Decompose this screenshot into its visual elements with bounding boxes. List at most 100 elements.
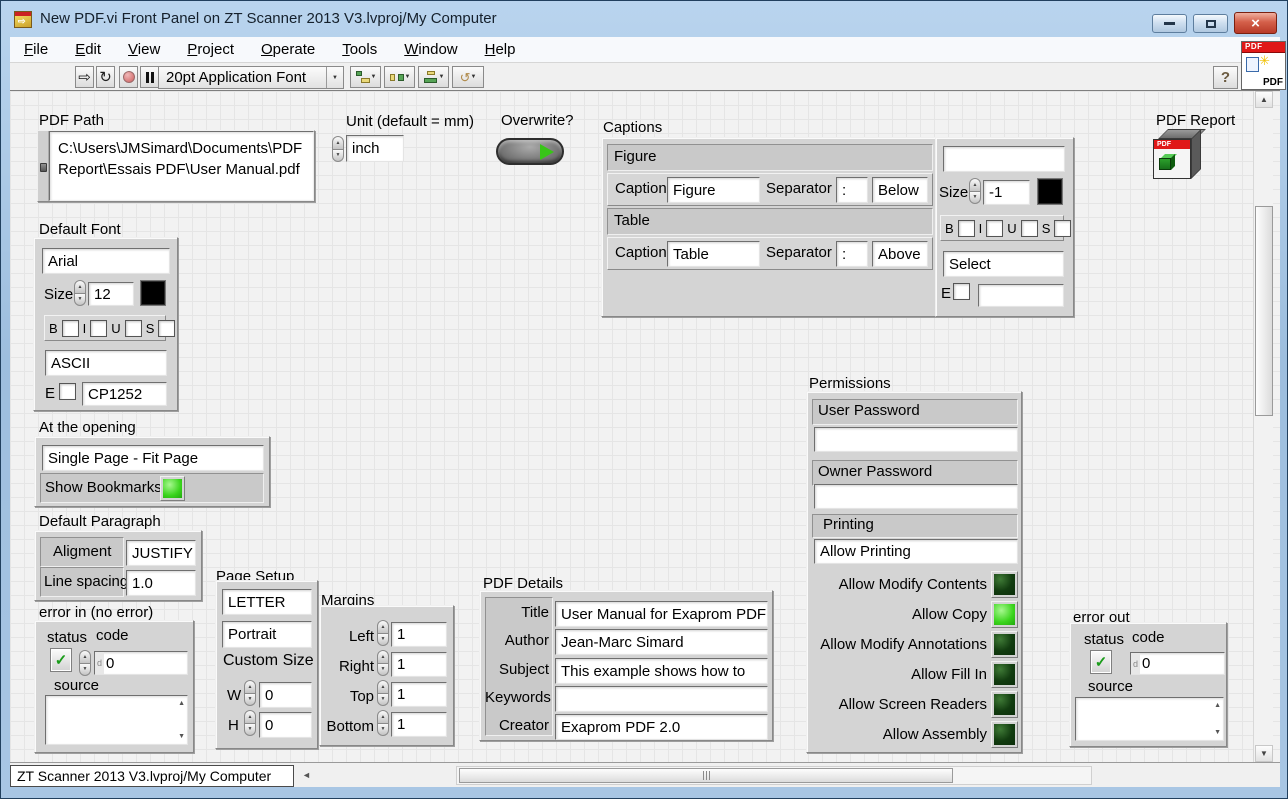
scroll-left-icon[interactable]: ◄ [302, 770, 311, 780]
opening-view-ring[interactable]: Single Page - Fit Page [42, 445, 264, 471]
height-field[interactable]: 0 [259, 712, 312, 738]
scroll-up-icon[interactable]: ▲ [178, 700, 185, 707]
subject-field[interactable]: This example shows how to [555, 658, 768, 684]
width-stepper[interactable]: ▲▼ [244, 680, 256, 706]
allow-fill-in-led[interactable] [991, 661, 1018, 688]
default-font-color-box[interactable] [140, 280, 166, 306]
orientation-ring[interactable]: Portrait [222, 621, 312, 648]
run-button[interactable]: ⇨ [75, 66, 94, 88]
error-in-code-stepper[interactable]: ▲▼ [79, 650, 91, 676]
overwrite-switch[interactable] [496, 138, 564, 165]
menu-file[interactable]: File [24, 41, 48, 58]
error-in-code-field[interactable]: d 0 [94, 651, 188, 675]
right-margin-field[interactable]: 1 [391, 652, 447, 677]
horizontal-scrollbar-thumb[interactable] [459, 768, 953, 783]
context-help-button[interactable]: ? [1213, 66, 1238, 89]
figure-separator-field[interactable]: : [836, 177, 868, 203]
underline-checkbox[interactable] [125, 320, 142, 337]
distribute-objects-button[interactable]: ▼ [384, 66, 415, 88]
menu-tools[interactable]: Tools [342, 41, 377, 58]
resize-objects-button[interactable]: ▼ [418, 66, 449, 88]
pause-button[interactable] [140, 66, 159, 88]
left-margin-stepper[interactable]: ▲▼ [377, 620, 389, 646]
table-caption-field[interactable]: Table [667, 241, 760, 267]
right-margin-stepper[interactable]: ▲▼ [377, 650, 389, 676]
default-font-encoding-field[interactable]: CP1252 [82, 382, 167, 406]
width-field[interactable]: 0 [259, 682, 312, 708]
caption-font-name-field[interactable] [943, 146, 1065, 172]
pdf-path-value[interactable]: C:\Users\JMSimard\Documents\PDF Report\E… [49, 131, 314, 201]
default-font-name-field[interactable]: Arial [42, 248, 170, 274]
pdf-path-control[interactable]: C:\Users\JMSimard\Documents\PDF Report\E… [37, 130, 315, 202]
bottom-margin-stepper[interactable]: ▲▼ [377, 710, 389, 736]
font-selector[interactable]: 20pt Application Font ▼ [158, 66, 344, 89]
top-margin-stepper[interactable]: ▲▼ [377, 680, 389, 706]
vertical-scrollbar-thumb[interactable] [1255, 206, 1273, 416]
menu-help[interactable]: Help [485, 41, 516, 58]
alignment-ring[interactable]: JUSTIFY [126, 540, 196, 566]
menu-view[interactable]: View [128, 41, 160, 58]
keywords-field[interactable] [555, 686, 768, 712]
strike-checkbox[interactable] [1054, 220, 1071, 237]
unit-stepper[interactable]: ▲▼ [332, 136, 344, 162]
bold-checkbox[interactable] [62, 320, 79, 337]
scroll-up-button[interactable]: ▲ [1255, 91, 1273, 108]
error-in-source-field[interactable]: ▲ ▼ [45, 695, 188, 745]
figure-position-ring[interactable]: Below [872, 177, 928, 203]
font-selector-dropdown[interactable]: ▼ [326, 67, 343, 88]
caption-font-size-stepper[interactable]: ▲▼ [969, 178, 981, 204]
allow-screen-readers-led[interactable] [991, 691, 1018, 718]
table-separator-field[interactable]: : [836, 241, 868, 267]
caption-font-select-ring[interactable]: Select [943, 251, 1064, 277]
table-position-ring[interactable]: Above [872, 241, 928, 267]
default-font-charset-field[interactable]: ASCII [45, 350, 167, 376]
abort-button[interactable] [119, 66, 138, 88]
maximize-button[interactable] [1193, 14, 1228, 33]
caption-font-color-box[interactable] [1037, 178, 1063, 205]
paper-format-ring[interactable]: LETTER [222, 589, 312, 615]
close-button[interactable]: × [1234, 12, 1277, 34]
creator-field[interactable]: Exaprom PDF 2.0 [555, 714, 768, 740]
reorder-button[interactable]: ↺ ▼ [452, 66, 484, 88]
top-margin-field[interactable]: 1 [391, 682, 447, 707]
bold-checkbox[interactable] [958, 220, 975, 237]
printing-ring[interactable]: Allow Printing [814, 539, 1018, 564]
show-bookmarks-led[interactable] [160, 476, 185, 501]
execution-target-button[interactable]: ZT Scanner 2013 V3.lvproj/My Computer [10, 765, 294, 787]
error-in-status-button[interactable]: ✓ [50, 648, 72, 672]
scroll-up-icon[interactable]: ▲ [1214, 702, 1221, 709]
strike-checkbox[interactable] [158, 320, 175, 337]
unit-ring[interactable]: inch [346, 135, 404, 162]
scroll-down-icon[interactable]: ▼ [1214, 729, 1221, 736]
owner-password-field[interactable] [814, 484, 1018, 509]
figure-caption-field[interactable]: Figure [667, 177, 760, 203]
encoding-checkbox[interactable] [59, 383, 76, 400]
menu-window[interactable]: Window [404, 41, 457, 58]
scroll-down-icon[interactable]: ▼ [178, 733, 185, 740]
title-field[interactable]: User Manual for Exaprom PDF [555, 601, 768, 627]
caption-font-size-field[interactable]: -1 [983, 180, 1030, 205]
vi-icon[interactable]: PDF ✳ PDF [1241, 41, 1286, 90]
bottom-margin-field[interactable]: 1 [391, 712, 447, 737]
allow-assembly-led[interactable] [991, 721, 1018, 748]
minimize-button[interactable] [1152, 14, 1187, 33]
default-font-size-stepper[interactable]: ▲▼ [74, 280, 86, 306]
underline-checkbox[interactable] [1021, 220, 1038, 237]
caption-font-encoding-field[interactable] [978, 284, 1064, 307]
vertical-scrollbar[interactable]: ▲ ▼ [1253, 91, 1273, 762]
left-margin-field[interactable]: 1 [391, 622, 447, 647]
italic-checkbox[interactable] [986, 220, 1003, 237]
italic-checkbox[interactable] [90, 320, 107, 337]
allow-copy-led[interactable] [991, 601, 1018, 628]
allow-modify-contents-led[interactable] [991, 571, 1018, 598]
menu-project[interactable]: Project [187, 41, 234, 58]
pdf-report-refnum[interactable]: PDF [1153, 129, 1207, 183]
line-spacing-field[interactable]: 1.0 [126, 570, 196, 596]
default-font-size-field[interactable]: 12 [88, 282, 134, 306]
height-stepper[interactable]: ▲▼ [244, 710, 256, 736]
align-objects-button[interactable]: ▼ [350, 66, 381, 88]
menu-operate[interactable]: Operate [261, 41, 315, 58]
scroll-down-button[interactable]: ▼ [1255, 745, 1273, 762]
run-continuous-button[interactable]: ↻ [96, 66, 115, 88]
author-field[interactable]: Jean-Marc Simard [555, 629, 768, 655]
